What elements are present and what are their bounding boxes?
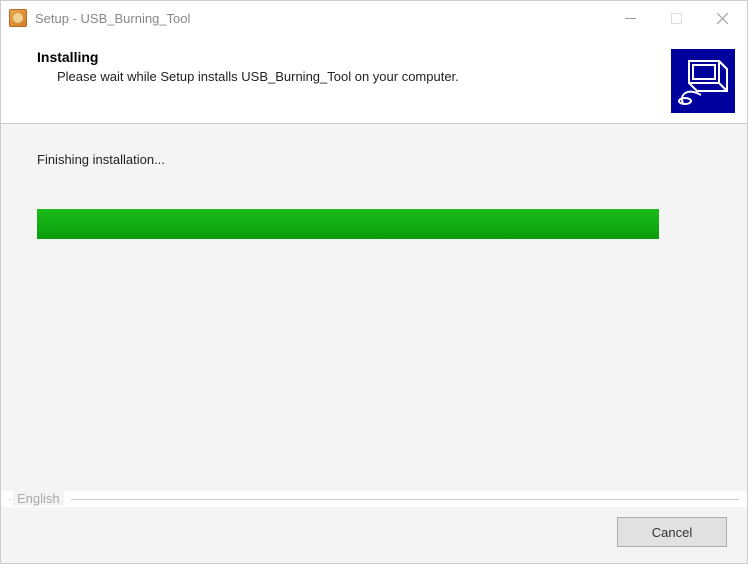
status-text: Finishing installation... (37, 152, 711, 167)
window-controls (607, 3, 745, 33)
language-label: English (13, 491, 64, 506)
header-title: Installing (37, 49, 661, 65)
maximize-button (653, 3, 699, 33)
close-icon (717, 13, 728, 24)
maximize-icon (671, 13, 682, 24)
header-subtitle: Please wait while Setup installs USB_Bur… (57, 69, 661, 84)
progress-bar (37, 209, 659, 239)
language-row: English (9, 491, 739, 507)
close-button[interactable] (699, 3, 745, 33)
app-icon (9, 9, 27, 27)
titlebar: Setup - USB_Burning_Tool (1, 1, 747, 35)
header-text: Installing Please wait while Setup insta… (37, 49, 661, 84)
cancel-button[interactable]: Cancel (617, 517, 727, 547)
installer-window: Setup - USB_Burning_Tool Installing Plea… (0, 0, 748, 564)
minimize-button[interactable] (607, 3, 653, 33)
minimize-icon (625, 13, 636, 24)
window-title: Setup - USB_Burning_Tool (35, 11, 607, 26)
content-area: Finishing installation... (1, 124, 747, 491)
installer-computer-icon (671, 49, 735, 113)
footer-wrap: English Cancel (1, 491, 747, 563)
header: Installing Please wait while Setup insta… (1, 35, 747, 123)
footer: Cancel (1, 507, 747, 563)
progress-fill (37, 209, 659, 239)
